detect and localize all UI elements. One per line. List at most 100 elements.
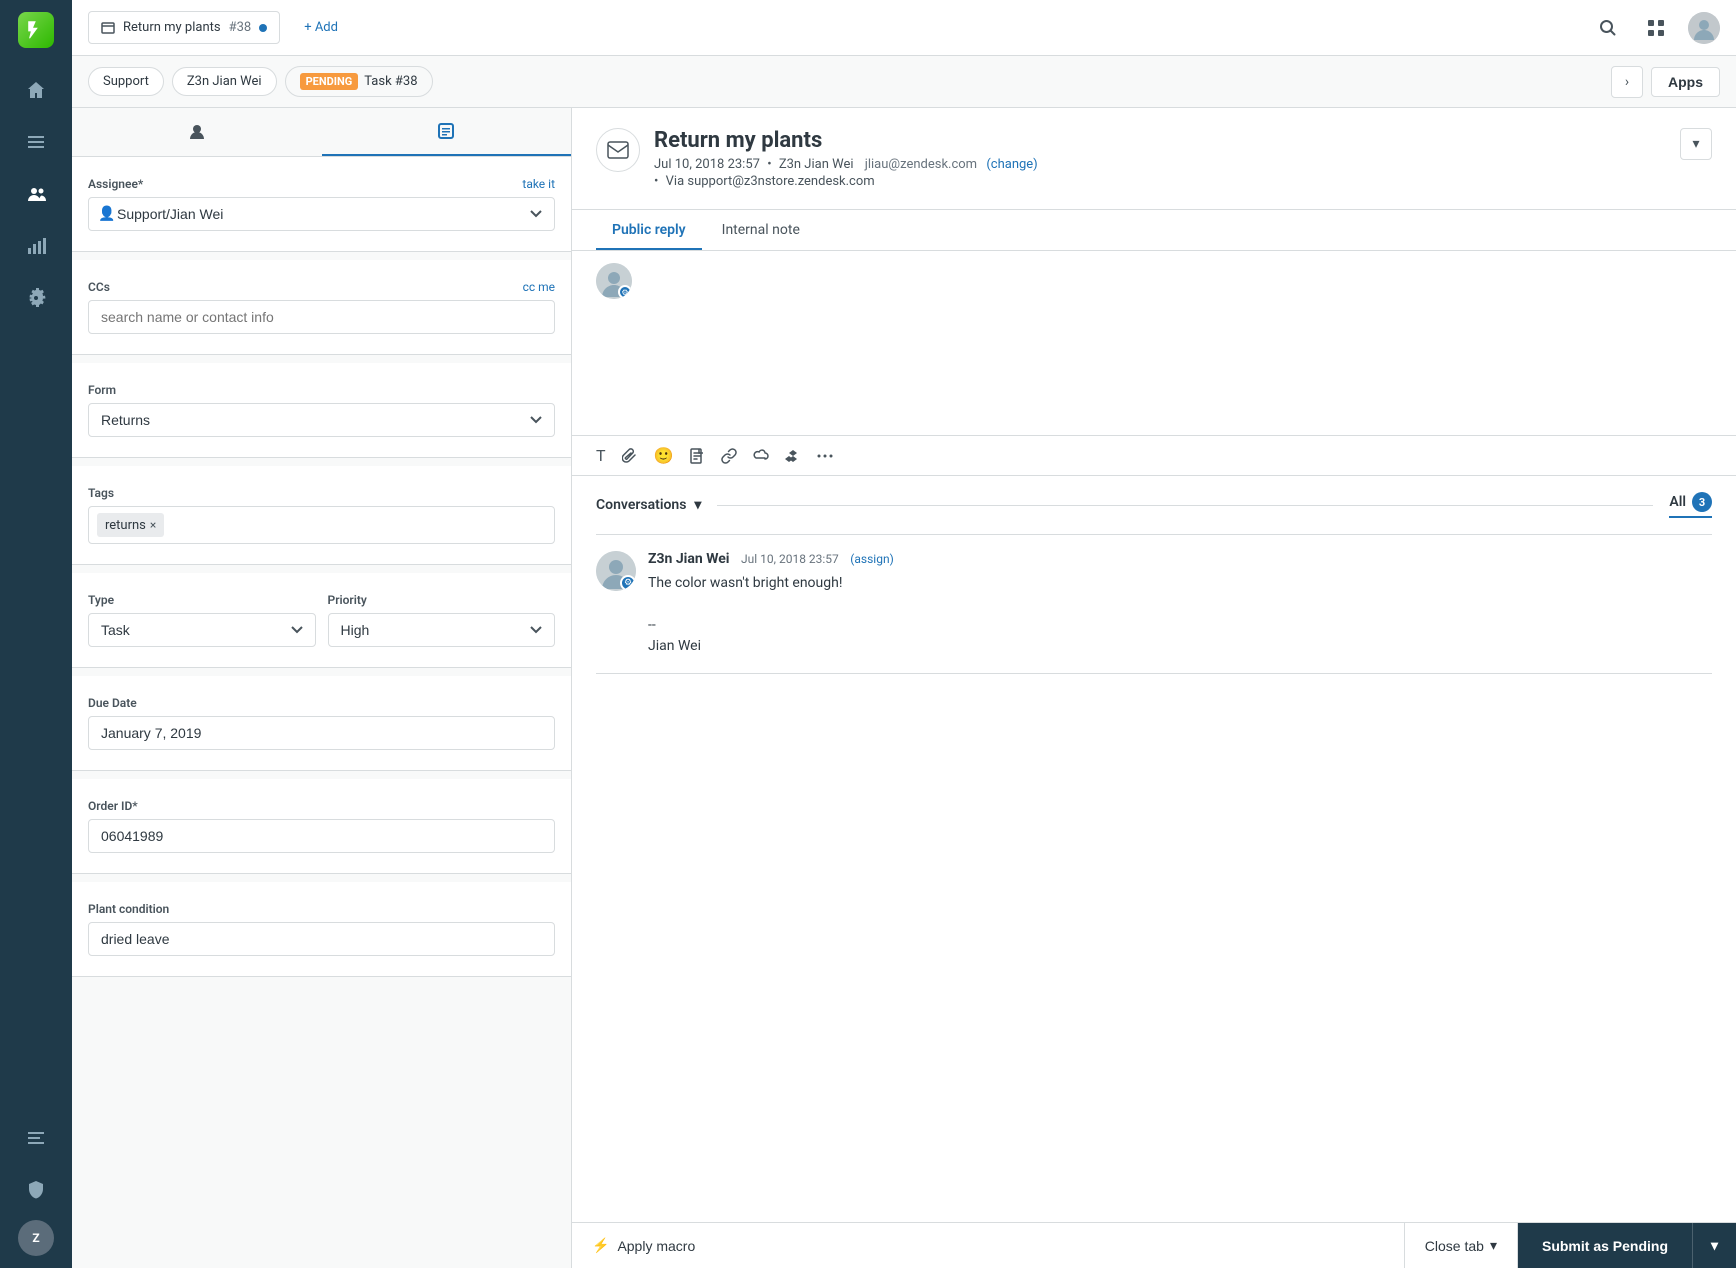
sidebar-item-home[interactable]	[14, 68, 58, 112]
reply-user-avatar: ⚙	[596, 263, 632, 299]
sidebar-item-menu[interactable]	[14, 1116, 58, 1160]
breadcrumb-pending[interactable]: PENDING Task #38	[285, 66, 433, 97]
sidebar-item-list[interactable]	[14, 120, 58, 164]
reply-area: Public reply Internal note ⚙ T 🙂	[572, 210, 1736, 476]
breadcrumb-nav-button[interactable]: ›	[1611, 66, 1643, 98]
breadcrumb-user[interactable]: Z3n Jian Wei	[172, 67, 277, 96]
type-field: Type Task	[88, 593, 316, 647]
all-count-badge: 3	[1692, 492, 1712, 512]
tags-input[interactable]: returns ×	[88, 506, 555, 544]
priority-select[interactable]: High	[328, 613, 556, 647]
tab-number: #38	[229, 20, 252, 35]
due-date-section: Due Date	[72, 676, 571, 771]
conversations-filter[interactable]: Conversations ▾	[596, 497, 701, 513]
breadcrumb-bar: Support Z3n Jian Wei PENDING Task #38 › …	[72, 56, 1736, 108]
ccs-input[interactable]	[88, 300, 555, 334]
add-tab-button[interactable]: + Add	[292, 14, 350, 41]
panel-tabs	[72, 108, 571, 157]
conv-filter-row: Conversations ▾ All 3	[596, 476, 1712, 535]
breadcrumb-task: Task #38	[364, 74, 417, 89]
breadcrumb-support[interactable]: Support	[88, 67, 164, 96]
more-icon[interactable]	[817, 448, 833, 464]
reply-textarea[interactable]	[644, 263, 1712, 423]
all-filter[interactable]: All 3	[1669, 492, 1712, 518]
conv-separator	[717, 505, 1653, 506]
type-select[interactable]: Task	[88, 613, 316, 647]
search-icon[interactable]	[1592, 12, 1624, 44]
panel-tab-details[interactable]	[322, 108, 572, 156]
order-id-label: Order ID*	[88, 799, 555, 813]
text-format-icon[interactable]: T	[596, 446, 606, 465]
conv-email: jliau@zendesk.com	[865, 157, 977, 172]
change-link[interactable]: (change)	[986, 157, 1037, 172]
grid-icon[interactable]	[1640, 12, 1672, 44]
tab-public-reply[interactable]: Public reply	[596, 210, 702, 250]
message-user-avatar: ⚙	[596, 551, 636, 591]
conv-message: ⚙ Z3n Jian Wei Jul 10, 2018 23:57 (assig…	[596, 535, 1712, 674]
user-avatar-top[interactable]	[1688, 12, 1720, 44]
sidebar-item-settings[interactable]	[14, 276, 58, 320]
ccs-section: CCs cc me	[72, 260, 571, 355]
attachment-icon[interactable]	[622, 448, 638, 464]
apps-button[interactable]: Apps	[1651, 67, 1720, 97]
conv-date: Jul 10, 2018 23:57	[654, 157, 760, 172]
sidebar-item-users[interactable]	[14, 172, 58, 216]
sidebar-item-shield[interactable]	[14, 1168, 58, 1212]
panel-tab-user[interactable]	[72, 108, 322, 156]
message-admin-badge: ⚙	[620, 575, 636, 591]
assignee-select-wrapper: 👤 Support/Jian Wei	[88, 197, 555, 231]
pending-badge: PENDING	[300, 73, 359, 90]
app-logo[interactable]	[18, 12, 54, 48]
take-it-link[interactable]: take it	[522, 177, 555, 191]
form-select[interactable]: Returns	[88, 403, 555, 437]
order-id-section: Order ID*	[72, 779, 571, 874]
assignee-select[interactable]: Support/Jian Wei	[88, 197, 555, 231]
reply-user-row: ⚙	[572, 251, 1736, 435]
message-timestamp: Jul 10, 2018 23:57	[741, 552, 839, 566]
reply-tabs: Public reply Internal note	[572, 210, 1736, 251]
tag-chip-returns: returns ×	[97, 513, 164, 537]
message-content: Z3n Jian Wei Jul 10, 2018 23:57 (assign)…	[648, 551, 1712, 657]
add-label: + Add	[304, 20, 338, 35]
macro-icon: ⚡	[592, 1237, 609, 1254]
ticket-tab[interactable]: Return my plants #38	[88, 11, 280, 44]
emoji-icon[interactable]: 🙂	[654, 446, 674, 465]
form-label: Form	[88, 383, 555, 397]
type-priority-section: Type Task Priority High	[72, 573, 571, 668]
conv-list-area: Conversations ▾ All 3 ⚙	[572, 476, 1736, 1222]
tags-section: Tags returns ×	[72, 466, 571, 565]
due-date-input[interactable]	[88, 716, 555, 750]
dropbox-icon[interactable]	[785, 448, 801, 464]
conv-header-info: Return my plants Jul 10, 2018 23:57 • Z3…	[654, 128, 1666, 189]
conv-header-chevron[interactable]: ▾	[1680, 128, 1712, 160]
sidebar-nav: Z	[0, 0, 72, 1268]
form-section: Form Returns	[72, 363, 571, 458]
plant-condition-section: Plant condition	[72, 882, 571, 977]
user-avatar-bottom[interactable]: Z	[18, 1220, 54, 1256]
reply-toolbar: T 🙂	[572, 435, 1736, 475]
plant-condition-input[interactable]	[88, 922, 555, 956]
assignee-section: Assignee* take it 👤 Support/Jian Wei	[72, 157, 571, 252]
tags-label: Tags	[88, 486, 555, 500]
submit-main-action[interactable]: Submit as Pending	[1518, 1224, 1692, 1268]
conv-header: Return my plants Jul 10, 2018 23:57 • Z3…	[572, 108, 1736, 210]
due-date-label: Due Date	[88, 696, 555, 710]
conv-user: Z3n Jian Wei	[779, 157, 854, 172]
tag-remove-returns[interactable]: ×	[150, 518, 156, 532]
assign-link[interactable]: (assign)	[850, 552, 893, 566]
conv-header-row: Return my plants Jul 10, 2018 23:57 • Z3…	[596, 128, 1712, 189]
document-icon[interactable]	[689, 448, 705, 464]
close-tab-label: Close tab	[1425, 1238, 1484, 1254]
plant-condition-label: Plant condition	[88, 902, 555, 916]
conv-title: Return my plants	[654, 128, 1666, 153]
message-user-name: Z3n Jian Wei	[648, 551, 730, 567]
submit-chevron-button[interactable]: ▾	[1692, 1223, 1736, 1268]
sidebar-item-chart[interactable]	[14, 224, 58, 268]
order-id-input[interactable]	[88, 819, 555, 853]
link-icon[interactable]	[721, 448, 737, 464]
tab-internal-note[interactable]: Internal note	[706, 210, 816, 250]
cloud-icon[interactable]	[753, 448, 769, 464]
cc-me-link[interactable]: cc me	[523, 280, 555, 294]
apply-macro-button[interactable]: ⚡ Apply macro	[572, 1223, 1405, 1268]
close-tab-button[interactable]: Close tab ▾	[1405, 1223, 1518, 1268]
